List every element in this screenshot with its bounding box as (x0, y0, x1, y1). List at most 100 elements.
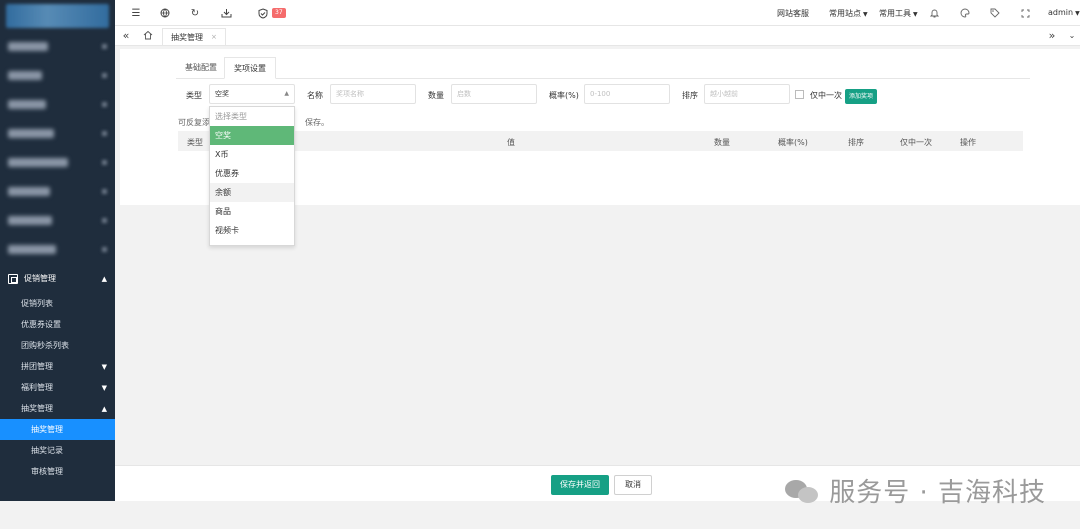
sidebar-subitem-review[interactable]: 审核管理 (0, 461, 115, 482)
sort-label: 排序 (682, 91, 698, 100)
dropdown-option[interactable]: 选择类型 (210, 107, 294, 126)
dropdown-option-hovered[interactable]: 余额 (210, 183, 294, 202)
type-select[interactable]: 空奖 ▲ (209, 84, 295, 104)
sidebar-item-welfare[interactable]: 福利管理 ▼ (0, 377, 115, 398)
chevron-up-icon: ▲ (101, 274, 107, 283)
caret-down-icon: ▼ (1075, 10, 1080, 17)
common-sites-menu[interactable]: 常用站点 ▼ (829, 8, 868, 19)
tab-lottery-manage[interactable]: 抽奖管理 × (162, 28, 226, 45)
sidebar-item-promo-list[interactable]: 促销列表 (0, 293, 115, 314)
sidebar-item-label: 促销列表 (21, 299, 53, 308)
menu-label: 常用工具 (879, 9, 911, 18)
type-dropdown: 选择类型 空奖 X币 优惠券 余额 商品 视频卡 (209, 106, 295, 246)
sidebar-item-blurred[interactable] (0, 90, 115, 119)
caret-down-icon: ▼ (913, 11, 918, 18)
column-header: 数量 (714, 138, 730, 147)
dropdown-option[interactable]: 商品 (210, 202, 294, 221)
dropdown-option-selected[interactable]: 空奖 (210, 126, 294, 145)
tab-label: 抽奖管理 (171, 32, 203, 42)
sidebar-item-label: 审核管理 (31, 467, 63, 476)
tip-tail: 保存。 (305, 118, 329, 127)
subtab-prize-settings[interactable]: 奖项设置 (224, 57, 276, 79)
column-header: 概率(%) (778, 138, 808, 147)
tip-lead: 可反复添 (178, 118, 210, 127)
column-header: 排序 (848, 138, 864, 147)
quantity-input[interactable]: 启数 (451, 84, 537, 104)
sidebar-item-blurred[interactable] (0, 177, 115, 206)
menu-toggle-icon[interactable]: ☰ (129, 6, 143, 20)
sidebar-subitem-lottery-records[interactable]: 抽奖记录 (0, 440, 115, 461)
probability-input[interactable]: 0-100 (584, 84, 670, 104)
sidebar-item-coupon-settings[interactable]: 优惠券设置 (0, 314, 115, 335)
chevron-down-icon[interactable]: ⌄ (1065, 28, 1079, 42)
type-label: 类型 (186, 91, 202, 100)
sidebar-item-blurred[interactable] (0, 32, 115, 61)
column-header: 操作 (960, 138, 976, 147)
sidebar-subitem-lottery-manage[interactable]: 抽奖管理 (0, 419, 115, 440)
globe-icon[interactable] (158, 6, 172, 20)
sidebar-group-label: 促销管理 (24, 274, 56, 283)
prize-form: 类型 空奖 ▲ 名称 奖项名称 数量 启数 概率(%) 0-100 排序 越小越… (120, 84, 1080, 106)
sidebar-item-blurred[interactable] (0, 235, 115, 264)
dropdown-option[interactable]: X币 (210, 145, 294, 164)
refresh-icon[interactable]: ↻ (188, 6, 202, 20)
subtab-basic-config[interactable]: 基础配置 (176, 57, 226, 79)
sidebar-group-promotion[interactable]: 促销管理 ▲ (0, 264, 115, 293)
tip-text: 可反复添 保存。 (178, 117, 329, 128)
chevron-down-icon: ▼ (101, 383, 107, 392)
cancel-button[interactable]: 取消 (614, 475, 652, 495)
chevron-double-right-icon[interactable]: » (1045, 28, 1059, 42)
notification-badge: 37 (272, 8, 286, 18)
type-select-value: 空奖 (215, 90, 229, 98)
logo (6, 4, 109, 28)
dropdown-option[interactable]: 优惠券 (210, 164, 294, 183)
chevron-double-left-icon[interactable]: « (119, 28, 133, 42)
add-prize-button[interactable]: 添加奖项 (845, 89, 878, 104)
palette-icon[interactable] (958, 6, 972, 20)
wechat-logo-icon (785, 478, 821, 504)
save-and-return-button[interactable]: 保存并返回 (551, 475, 609, 495)
probability-label: 概率(%) (549, 91, 579, 100)
chevron-up-icon: ▲ (284, 90, 289, 97)
bell-icon[interactable] (927, 6, 941, 20)
user-name: admin (1048, 8, 1074, 17)
sort-input[interactable]: 越小越前 (704, 84, 790, 104)
sidebar-item-blurred[interactable] (0, 148, 115, 177)
shield-icon[interactable] (256, 6, 270, 20)
tag-icon[interactable] (988, 6, 1002, 20)
download-icon[interactable] (219, 6, 233, 20)
user-menu[interactable]: admin ▼ (1048, 8, 1080, 17)
sidebar-item-label: 抽奖管理 (21, 404, 53, 413)
customer-service-link[interactable]: 网站客服 (777, 8, 809, 19)
watermark-text: 服务号 · 吉海科技 (829, 478, 1046, 508)
footer-bar: 保存并返回 取消 服务号 · 吉海科技 (115, 465, 1080, 508)
once-only-checkbox[interactable] (795, 90, 804, 99)
sidebar-item-blurred[interactable] (0, 206, 115, 235)
tab-bar: « 抽奖管理 × » ⌄ (115, 26, 1080, 46)
dropdown-option[interactable]: 视频卡 (210, 221, 294, 240)
sidebar-item-blurred[interactable] (0, 61, 115, 90)
fullscreen-icon[interactable] (1018, 6, 1032, 20)
name-label: 名称 (307, 91, 323, 100)
sidebar: 促销管理 ▲ 促销列表 优惠券设置 团购秒杀列表 拼团管理 ▼ 福利管理 ▼ 抽奖管… (0, 0, 115, 501)
sidebar-item-groupbuy-list[interactable]: 团购秒杀列表 (0, 335, 115, 356)
home-icon[interactable] (141, 28, 155, 42)
close-icon[interactable]: × (211, 33, 217, 41)
subtab-bar: 基础配置 奖项设置 (176, 57, 1030, 79)
top-bar: ☰ ↻ 37 网站客服 常用站点 ▼ 常用工具 ▼ admin ▼ (115, 0, 1080, 26)
sidebar-item-label: 拼团管理 (21, 362, 53, 371)
chevron-up-icon: ▲ (101, 404, 107, 413)
menu-label: 常用站点 (829, 9, 861, 18)
common-tools-menu[interactable]: 常用工具 ▼ (879, 8, 918, 19)
name-input[interactable]: 奖项名称 (330, 84, 416, 104)
sidebar-item-blurred[interactable] (0, 119, 115, 148)
prize-table-header: 类型 值 数量 概率(%) 排序 仅中一次 操作 (178, 131, 1023, 151)
sidebar-item-label: 抽奖记录 (31, 446, 63, 455)
sidebar-item-lottery[interactable]: 抽奖管理 ▲ (0, 398, 115, 419)
quantity-label: 数量 (428, 91, 444, 100)
column-header: 类型 (187, 138, 203, 147)
sidebar-item-pintuan[interactable]: 拼团管理 ▼ (0, 356, 115, 377)
column-header: 值 (507, 138, 515, 147)
column-header: 仅中一次 (900, 138, 932, 147)
sidebar-item-label: 福利管理 (21, 383, 53, 392)
